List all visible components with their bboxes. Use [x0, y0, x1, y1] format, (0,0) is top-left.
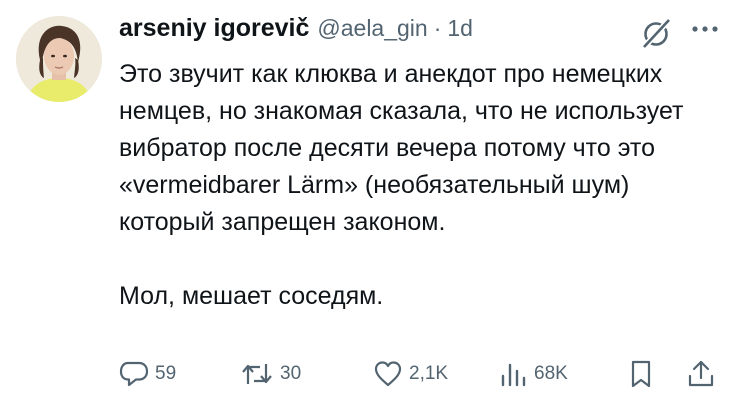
views-icon [498, 359, 528, 389]
like-count: 2,1K [409, 363, 449, 384]
grok-icon[interactable] [640, 17, 674, 50]
retweet-icon [240, 359, 274, 389]
author-name[interactable]: arseniy igorevič [119, 14, 309, 43]
reply-count: 59 [155, 363, 177, 384]
bookmark-button[interactable] [627, 356, 655, 392]
share-button[interactable] [686, 356, 716, 392]
tweet: arseniy igorevič @aela_gin · 1d Это звуч… [0, 0, 740, 410]
post-paragraph: Это звучит как клюква и анекдот про неме… [119, 60, 684, 236]
reply-icon [119, 359, 149, 389]
more-icon[interactable] [690, 22, 720, 34]
author-handle[interactable]: @aela_gin [317, 15, 427, 42]
post-text: Это звучит как клюква и анекдот про неме… [119, 56, 724, 315]
bookmark-icon [627, 359, 655, 389]
action-bar: 59 30 2,1K 68K [119, 356, 724, 392]
share-icon [686, 359, 716, 389]
heart-icon [373, 359, 403, 389]
views-count: 68K [534, 363, 568, 384]
header-separator: · [433, 15, 442, 41]
retweet-button[interactable]: 30 [240, 356, 301, 392]
tweet-header: arseniy igorevič @aela_gin · 1d [119, 14, 473, 50]
reply-button[interactable]: 59 [119, 356, 176, 392]
views-button[interactable]: 68K [498, 356, 568, 392]
post-time[interactable]: 1d [447, 15, 473, 42]
avatar[interactable] [16, 16, 102, 102]
like-button[interactable]: 2,1K [373, 356, 448, 392]
retweet-count: 30 [280, 363, 302, 384]
post-paragraph: Мол, мешает соседям. [119, 282, 384, 310]
